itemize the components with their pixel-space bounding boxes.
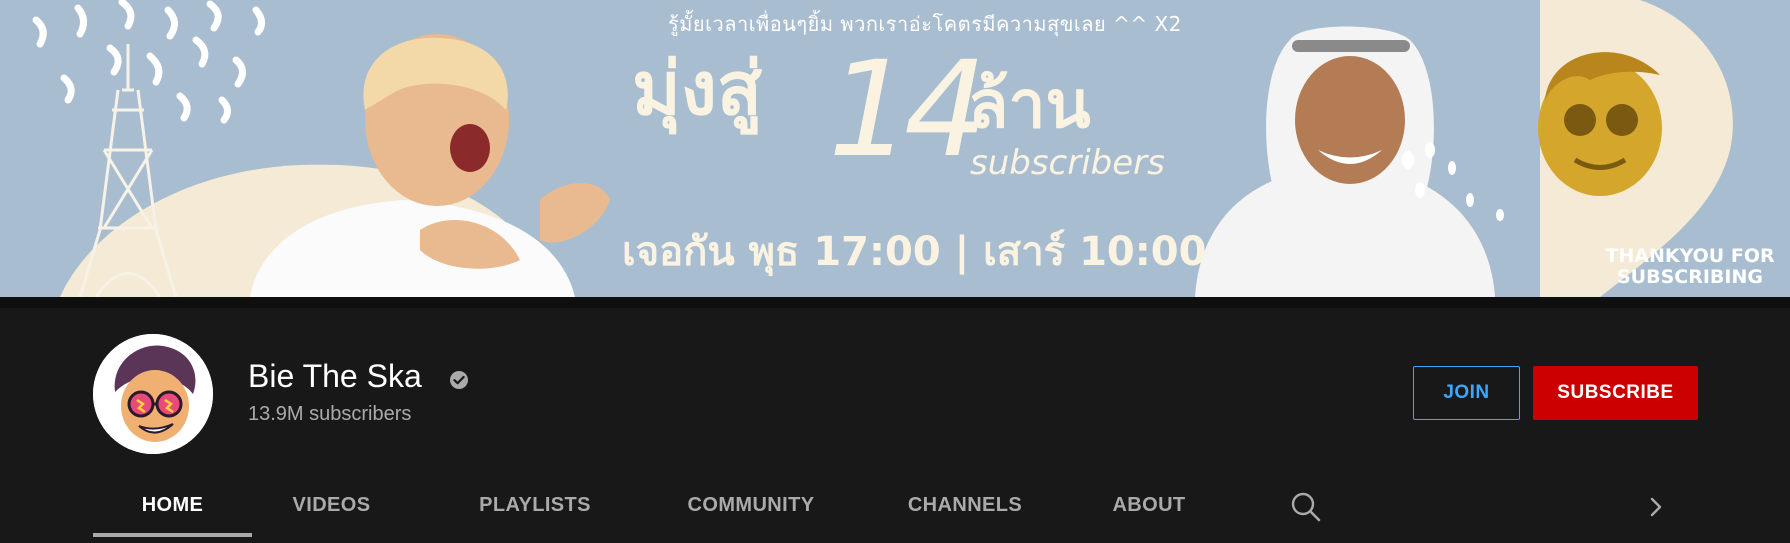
channel-avatar[interactable] (93, 334, 213, 454)
join-button[interactable]: JOIN (1413, 366, 1520, 420)
subscriber-count: 13.9M subscribers (248, 403, 412, 425)
banner-headline-suffix: ล้าน (968, 66, 1091, 143)
search-icon[interactable] (1289, 490, 1323, 524)
banner-headline-number: 14 (828, 33, 988, 187)
channel-banner: รู้มั้ยเวลาเพื่อนๆยิ้ม พวกเราอ่ะโคตรมีคว… (0, 0, 1790, 297)
tab-playlists[interactable]: PLAYLISTS (455, 474, 615, 537)
channel-name: Bie The Ska (248, 358, 422, 394)
banner-thanks-line2: SUBSCRIBING (1617, 266, 1763, 288)
banner-thanks: THANKYOU FOR SUBSCRIBING (1590, 246, 1790, 288)
banner-schedule: เจอกัน พุธ 17:00 | เสาร์ 10:00 (622, 229, 1207, 275)
banner-headline-subscribers: subscribers (970, 143, 1165, 183)
channel-tabs: HOME VIDEOS PLAYLISTS COMMUNITY CHANNELS… (93, 474, 1693, 537)
channel-header: Bie The Ska 13.9M subscribers JOIN SUBSC… (0, 308, 1790, 543)
chevron-right-icon[interactable] (1641, 492, 1671, 522)
banner-thanks-line1: THANKYOU FOR (1605, 245, 1775, 267)
tab-videos[interactable]: VIDEOS (252, 474, 411, 537)
banner-headline-prefix: มุ่งสู่ (632, 46, 763, 132)
tab-about[interactable]: ABOUT (1093, 474, 1205, 537)
subscribe-button[interactable]: SUBSCRIBE (1533, 366, 1698, 420)
avatar-mascot-image (93, 334, 213, 454)
tab-channels[interactable]: CHANNELS (883, 474, 1047, 537)
check-circle-icon (450, 371, 468, 389)
tab-community[interactable]: COMMUNITY (661, 474, 841, 537)
tab-home[interactable]: HOME (93, 474, 252, 537)
banner-divider (0, 297, 1790, 308)
